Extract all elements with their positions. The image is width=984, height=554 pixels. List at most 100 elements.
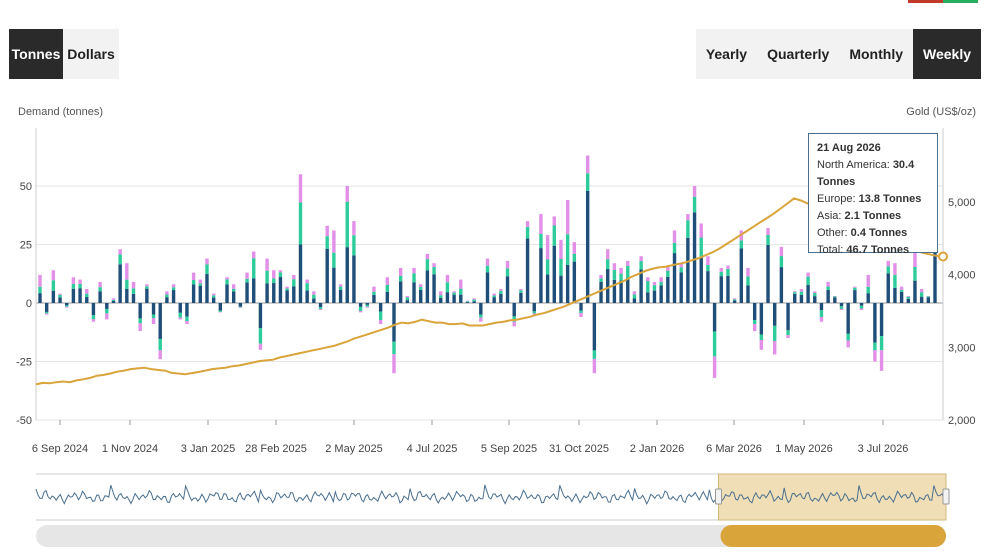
asia-bar [225, 277, 229, 280]
europe-bar [632, 294, 637, 299]
north-america-bar [38, 293, 42, 303]
europe-bar [298, 202, 303, 245]
asia-bar [38, 274, 42, 287]
left-tick-label: -25 [16, 357, 32, 369]
tooltip-label: Asia: [817, 210, 842, 222]
europe-bar [472, 299, 476, 302]
europe-bar [646, 281, 650, 293]
asia-bar [405, 295, 410, 298]
gold-price-marker [938, 251, 948, 262]
europe-bar [779, 256, 784, 268]
europe-bar [833, 296, 837, 298]
europe-bar [178, 312, 182, 318]
north-america-bar [298, 244, 303, 303]
asia-bar [91, 319, 96, 322]
left-tick-label: -50 [16, 415, 32, 427]
europe-bar [171, 287, 176, 291]
north-america-bar [118, 264, 122, 303]
europe-bar [51, 280, 56, 291]
x-tick-label: 28 Feb 2025 [245, 443, 307, 455]
europe-bar [231, 288, 236, 292]
asia-bar [111, 298, 116, 300]
asia-bar [712, 356, 717, 378]
north-america-bar [666, 276, 670, 303]
europe-bar [866, 286, 870, 294]
asia-bar [151, 317, 156, 325]
asia-bar [719, 267, 723, 272]
europe-bar [752, 320, 757, 324]
north-america-bar [292, 286, 296, 303]
asia-bar [191, 272, 196, 280]
asia-bar [512, 321, 516, 327]
europe-bar [252, 258, 256, 279]
europe-bar [479, 314, 483, 318]
north-america-bar [739, 248, 744, 303]
north-america-bar [439, 298, 443, 303]
asia-bar [465, 300, 470, 302]
europe-bar [532, 311, 536, 314]
north-america-bar [659, 285, 663, 303]
europe-bar [626, 265, 630, 278]
europe-bar [505, 268, 510, 277]
europe-bar [258, 328, 263, 344]
north-america-bar [312, 298, 316, 303]
europe-bar [853, 287, 857, 291]
north-america-bar [452, 294, 456, 303]
north-america-bar [919, 296, 924, 303]
asia-bar [565, 200, 570, 235]
asia-bar [585, 155, 590, 174]
asia-bar [606, 249, 610, 260]
asia-bar [833, 295, 837, 297]
europe-bar [619, 273, 623, 281]
europe-bar [773, 325, 777, 342]
north-america-bar [372, 295, 376, 303]
right-tick-label: 4,000 [948, 270, 976, 282]
asia-bar [285, 286, 289, 289]
north-america-bar [252, 278, 256, 303]
north-america-bar [652, 290, 657, 303]
asia-bar [479, 317, 483, 322]
europe-bar [659, 282, 663, 286]
tooltip-label: North America: [817, 159, 890, 171]
europe-bar [552, 225, 556, 246]
north-america-bar [465, 302, 470, 303]
north-america-bar [432, 274, 436, 303]
europe-bar [205, 264, 209, 275]
asia-bar [859, 308, 864, 311]
europe-bar [145, 286, 149, 289]
asia-bar [632, 291, 637, 295]
europe-bar [739, 240, 744, 249]
asia-bar [732, 298, 737, 300]
europe-bar [419, 286, 423, 290]
europe-bar [278, 272, 283, 278]
bars-group [38, 155, 937, 378]
asia-bar [826, 281, 830, 287]
scrollbar-thumb[interactable] [720, 525, 947, 547]
asia-bar [358, 310, 363, 313]
europe-bar [485, 265, 490, 273]
europe-bar [338, 286, 343, 290]
tooltip-value: 0.4 Tonnes [850, 227, 908, 239]
europe-bar [412, 273, 416, 283]
x-tick-label: 2 Jan 2026 [630, 443, 684, 455]
europe-bar [225, 279, 229, 285]
europe-bar [365, 304, 369, 307]
asia-bar [211, 293, 216, 296]
navigator-right-handle[interactable] [942, 488, 950, 505]
asia-bar [338, 284, 343, 287]
x-tick-label: 1 Nov 2024 [102, 443, 158, 455]
europe-bar [539, 233, 543, 249]
left-tick-label: 25 [20, 240, 32, 252]
asia-bar [278, 270, 283, 273]
asia-bar [58, 293, 62, 295]
north-america-bar [806, 284, 810, 303]
europe-bar [652, 285, 657, 291]
asia-bar [105, 313, 109, 320]
europe-bar [378, 311, 383, 320]
asia-bar [185, 321, 189, 325]
north-america-bar [191, 284, 196, 303]
navigator-left-handle[interactable] [715, 488, 722, 505]
north-america-bar [906, 298, 910, 303]
asia-bar [652, 281, 657, 286]
north-america-bar [606, 269, 610, 303]
